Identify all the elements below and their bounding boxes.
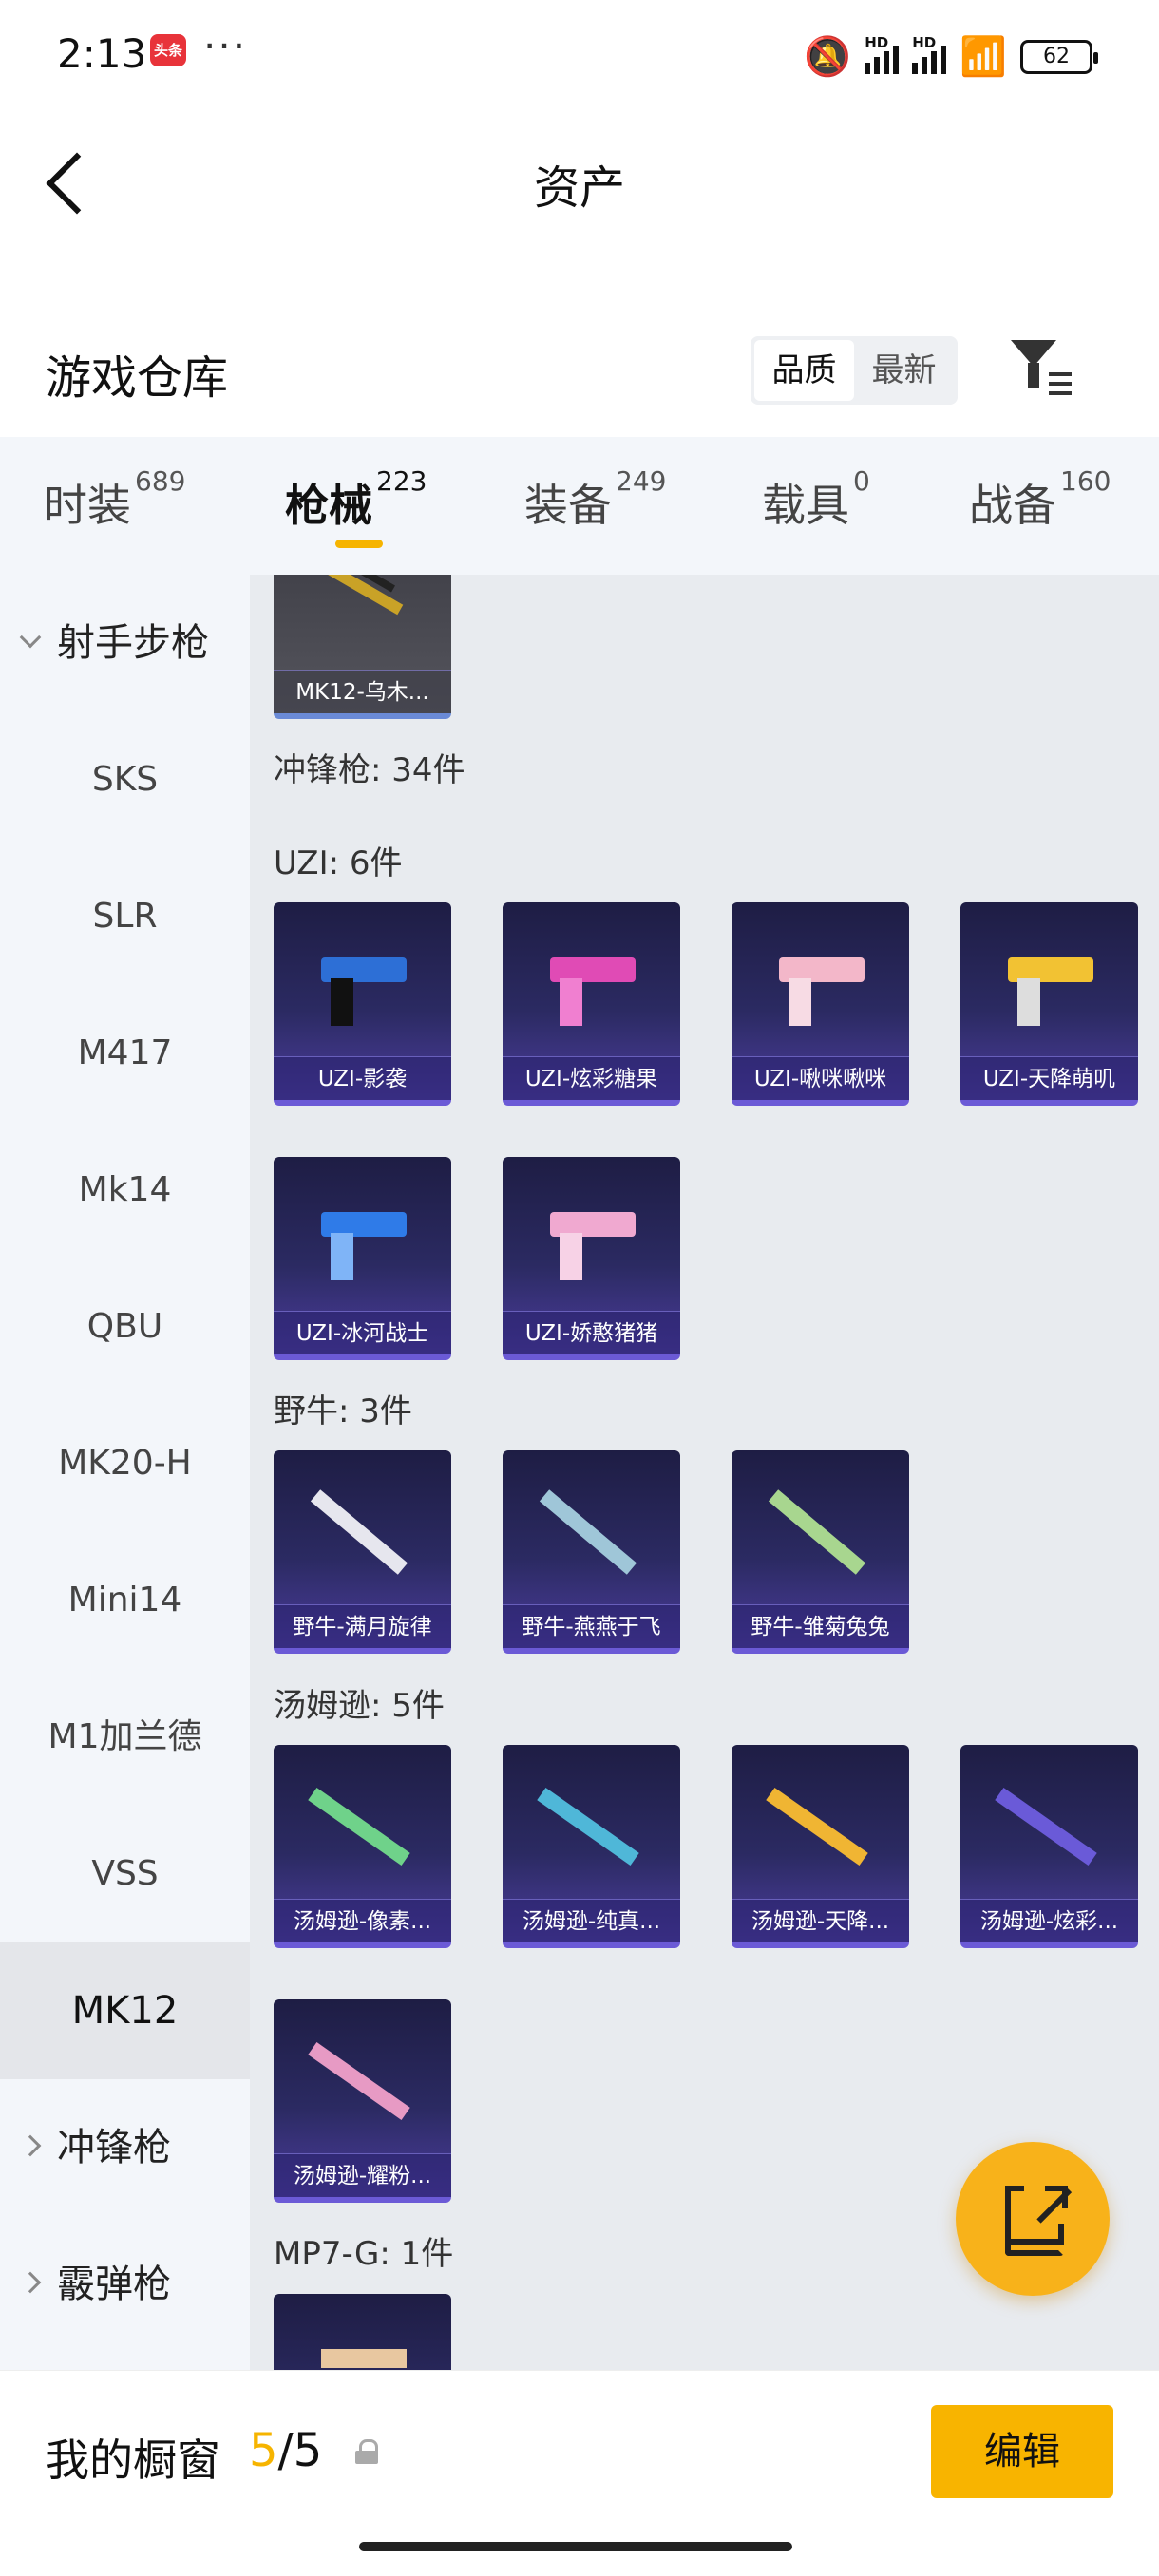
tommy-gun-icon [766, 1788, 868, 1866]
sidebar-item-mk20h[interactable]: MK20-H [0, 1395, 250, 1532]
tommy-gun-icon [995, 1788, 1097, 1866]
chevron-right-icon [19, 2271, 42, 2294]
weapon-card[interactable]: 汤姆逊-像素... [274, 1745, 451, 1948]
active-tab-indicator [335, 540, 383, 548]
battery-icon: 62 [1020, 39, 1098, 74]
weapon-sidebar: 射手步枪 SKS SLR M417 Mk14 QBU MK20-H Mini14… [0, 575, 250, 2370]
sort-option-newest[interactable]: 最新 [854, 340, 954, 401]
section-title: 游戏仓库 [46, 351, 229, 405]
sidebar-group-shotgun[interactable]: 霰弹枪 [0, 2216, 250, 2353]
weapon-card[interactable]: 汤姆逊-耀粉... [274, 1999, 451, 2203]
filter-icon[interactable] [1005, 334, 1074, 403]
status-icons: 🔕 HD HD 📶 62 [804, 34, 1098, 79]
sidebar-item-qbu[interactable]: QBU [0, 1259, 250, 1395]
signal-icon-2: HD [912, 34, 947, 74]
uzi-icon [321, 957, 407, 1026]
sidebar-item-m417[interactable]: M417 [0, 985, 250, 1122]
tommy-gun-icon [308, 1788, 410, 1866]
smg-icon [310, 1489, 408, 1575]
sort-toggle: 品质 最新 [750, 336, 958, 405]
rifle-icon [314, 575, 404, 616]
more-notifications-icon: ··· [203, 23, 248, 69]
weapon-card[interactable]: MK12-乌木... [274, 575, 451, 719]
sidebar-item-m1garand[interactable]: M1加兰德 [0, 1669, 250, 1806]
uzi-icon [779, 957, 864, 1026]
tab-guns[interactable]: 枪械 223 [285, 465, 427, 534]
uzi-icon [550, 957, 636, 1026]
sidebar-item-vss[interactable]: VSS [0, 1806, 250, 1942]
sidebar-item-sks[interactable]: SKS [0, 711, 250, 848]
smg-icon [768, 1489, 866, 1575]
tommy-gun-icon [308, 2042, 410, 2120]
page-title: 资产 [533, 161, 625, 215]
weapon-card[interactable]: UZI-娇憨猪猪 [503, 1157, 680, 1360]
signal-icon-1: HD [864, 34, 900, 74]
mute-bell-icon: 🔕 [804, 35, 852, 79]
weapon-card[interactable]: 野牛-满月旋律 [274, 1450, 451, 1654]
tommy-gun-icon [537, 1788, 639, 1866]
status-bar: 2:13 头条 ··· 🔕 HD HD 📶 62 [0, 0, 1159, 104]
chevron-down-icon [19, 626, 42, 649]
wifi-icon: 📶 [960, 35, 1007, 79]
nav-bar: 资产 [0, 104, 1159, 247]
uzi-icon [321, 1212, 407, 1280]
category-heading: 冲锋枪: 34件 [274, 751, 466, 789]
weapon-card[interactable] [274, 2294, 451, 2370]
uzi-icon [1008, 957, 1093, 1026]
share-button[interactable] [956, 2142, 1110, 2296]
sidebar-group-smg[interactable]: 冲锋枪 [0, 2079, 250, 2216]
sort-option-quality[interactable]: 品质 [754, 340, 854, 401]
uzi-icon [550, 1212, 636, 1280]
section-header: 游戏仓库 品质 最新 [0, 323, 1159, 437]
sidebar-group-marksman[interactable]: 射手步枪 [0, 575, 250, 711]
tab-supplies[interactable]: 战备 160 [969, 465, 1111, 534]
mp7-icon [321, 2349, 407, 2368]
tab-fashion[interactable]: 时装 689 [44, 465, 185, 534]
weapon-card[interactable]: UZI-炫彩糖果 [503, 902, 680, 1106]
weapon-card[interactable]: UZI-影袭 [274, 902, 451, 1106]
group-heading-mp7: MP7-G: 1件 [274, 2235, 454, 2273]
category-tabs: 时装 689 枪械 223 装备 249 载具 0 战备 160 [0, 437, 1159, 575]
weapon-grid: MK12-乌木... 冲锋枪: 34件 UZI: 6件 UZI-影袭 UZI-炫… [250, 575, 1159, 2370]
sidebar-item-mk12[interactable]: MK12 [0, 1942, 250, 2079]
group-heading-thompson: 汤姆逊: 5件 [274, 1687, 445, 1725]
edit-button[interactable]: 编辑 [931, 2405, 1113, 2498]
group-heading-bizon: 野牛: 3件 [274, 1392, 412, 1430]
group-heading-uzi: UZI: 6件 [274, 844, 403, 882]
showcase-bar: 我的橱窗 5/5 编辑 [0, 2370, 1159, 2576]
weapon-card[interactable]: UZI-冰河战士 [274, 1157, 451, 1360]
tab-equipment[interactable]: 装备 249 [524, 465, 666, 534]
weapon-card[interactable]: 野牛-燕燕于飞 [503, 1450, 680, 1654]
status-time: 2:13 [57, 30, 147, 77]
weapon-card[interactable]: 汤姆逊-炫彩... [960, 1745, 1138, 1948]
app-notification-icon: 头条 [150, 34, 186, 66]
weapon-card[interactable]: 汤姆逊-纯真... [503, 1745, 680, 1948]
showcase-label: 我的橱窗 [46, 2434, 220, 2486]
sidebar-item-mini14[interactable]: Mini14 [0, 1532, 250, 1669]
weapon-card[interactable]: 汤姆逊-天降... [732, 1745, 909, 1948]
weapon-card[interactable]: UZI-啾咪啾咪 [732, 902, 909, 1106]
lock-icon [355, 2439, 380, 2464]
chevron-right-icon [19, 2134, 42, 2157]
sidebar-item-mk14[interactable]: Mk14 [0, 1122, 250, 1259]
showcase-count: 5/5 [249, 2424, 323, 2477]
tab-vehicles[interactable]: 载具 0 [762, 465, 870, 534]
weapon-card[interactable]: UZI-天降萌叽 [960, 902, 1138, 1106]
smg-icon [539, 1489, 637, 1575]
weapon-card[interactable]: 野牛-雏菊兔兔 [732, 1450, 909, 1654]
sidebar-item-slr[interactable]: SLR [0, 848, 250, 985]
home-indicator[interactable] [359, 2542, 792, 2551]
